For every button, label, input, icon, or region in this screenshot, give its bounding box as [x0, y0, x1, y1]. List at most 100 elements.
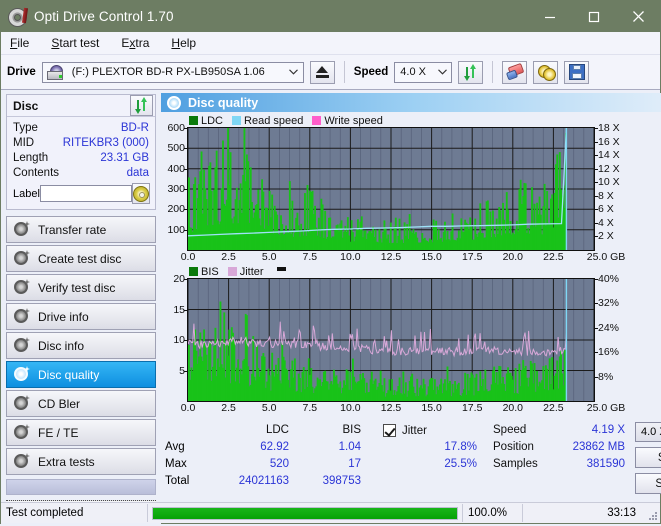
legend-swatch	[227, 267, 237, 276]
speed-label: Speed	[493, 424, 527, 436]
disc-refresh-button[interactable]	[130, 95, 153, 116]
disc-scan-icon	[14, 395, 30, 411]
menu-start-test[interactable]: Start test	[51, 36, 99, 50]
sidebar-item-transfer-rate[interactable]: Transfer rate	[6, 216, 156, 243]
x-axis-bottom: 0.0 2.5 5.0 7.5 10.0 12.5 15.0 17.5 20.0 22.5 25.0…	[161, 402, 661, 416]
test-speed-select[interactable]: 4.0 X	[635, 422, 661, 442]
disc-panel: Disc Type BD-R MID RITEKBR3 (000) Length…	[6, 94, 156, 210]
y2-tick-label: 6 X	[598, 203, 614, 216]
disc-scan-icon	[14, 308, 30, 324]
sidebar-item-disc-quality[interactable]: Disc quality	[6, 361, 156, 388]
disc-label-row: Label	[13, 183, 150, 204]
sidebar-item-extra-tests[interactable]: Extra tests	[6, 448, 156, 475]
legend-label: Write speed	[324, 114, 383, 127]
menu-file[interactable]: File	[10, 36, 29, 50]
discs-button[interactable]	[533, 60, 559, 84]
eject-button[interactable]	[309, 60, 335, 84]
toolbar-divider	[343, 61, 345, 83]
save-button[interactable]	[564, 60, 590, 84]
stats-header-ldc: LDC	[265, 424, 289, 436]
sidebar-item-cd-bler[interactable]: CD Bler	[6, 390, 156, 417]
x-tick-label: 20.0	[502, 251, 524, 263]
jitter-checkbox[interactable]	[383, 424, 396, 437]
y2-tick-label: 8%	[598, 370, 614, 383]
stats-label-avg: Avg	[165, 441, 185, 453]
y2-tick-mark	[595, 155, 598, 157]
y2-axis-bottom: 8% 16% 24% 32% 40%	[595, 273, 631, 402]
legend-swatch	[189, 267, 198, 276]
speed-select[interactable]: 4.0 X	[394, 61, 453, 83]
stats-bis-total: 398753	[322, 475, 361, 487]
window-title: Opti Drive Control 1.70	[34, 9, 174, 24]
measurement-group: Speed 4.19 X Position 23862 MB Samples 3…	[493, 422, 625, 494]
stats-ldc-avg: 62.92	[260, 441, 289, 453]
speed-select-value: 4.0 X	[400, 66, 426, 78]
y2-tick-label: 8 X	[598, 189, 614, 202]
floppy-save-icon	[568, 64, 585, 80]
chart-disc-quality-ldc[interactable]	[187, 127, 595, 251]
maximize-icon[interactable]	[572, 1, 616, 32]
y2-tick-mark	[595, 222, 598, 224]
resize-grip-icon[interactable]	[648, 511, 658, 521]
chart-disc-quality-bis[interactable]	[187, 278, 595, 402]
legend-entry-read-speed: Read speed	[232, 115, 303, 127]
x-tick-label: 2.5	[221, 251, 236, 263]
menu-bar: File Start test Extra Help	[1, 32, 660, 55]
start-full-button[interactable]: Start full	[635, 447, 661, 468]
y2-tick-label: 24%	[598, 321, 620, 334]
samples-row: Samples 381590	[493, 456, 625, 473]
y-axis-top: 100 200 300 400 500 600	[161, 122, 187, 251]
disc-row-mid: MID RITEKBR3 (000)	[13, 135, 149, 150]
y2-tick-label: 12 X	[598, 162, 620, 175]
disc-scan-icon	[14, 279, 30, 295]
disc-label-button[interactable]	[131, 183, 150, 204]
stats-header-bis: BIS	[342, 424, 361, 436]
eraser-icon	[505, 62, 525, 81]
disc-key: Length	[13, 151, 49, 164]
stats-bis-max: 17	[348, 458, 361, 470]
sidebar-item-fe-te[interactable]: FE / TE	[6, 419, 156, 446]
sidebar-item-label: FE / TE	[38, 425, 79, 440]
sidebar-item-label: Create test disc	[38, 251, 122, 266]
close-icon[interactable]	[616, 1, 660, 32]
y2-tick-label: 16%	[598, 346, 620, 359]
progress-bar	[152, 506, 458, 520]
menu-extra[interactable]: Extra	[121, 36, 149, 50]
disc-label-input[interactable]	[39, 185, 132, 202]
y-tick-label: 100	[167, 223, 185, 236]
samples-value: 381590	[586, 458, 625, 470]
erase-button[interactable]	[502, 60, 528, 84]
legend-marker	[276, 266, 286, 271]
x-axis-top: 0.0 2.5 5.0 7.5 10.0 12.5 15.0 17.5 20.0 22.5 25.0…	[161, 251, 661, 265]
status-message: Test completed	[1, 504, 148, 522]
chevron-down-icon	[285, 63, 303, 82]
application-window: Opti Drive Control 1.70 File Start test …	[0, 0, 661, 526]
y-tick-label: 300	[167, 183, 185, 195]
position-row: Position 23862 MB	[493, 439, 625, 456]
start-part-button[interactable]: Start part	[635, 473, 661, 494]
sidebar-item-verify-test-disc[interactable]: Verify test disc	[6, 274, 156, 301]
refresh-button[interactable]	[458, 60, 484, 84]
sidebar-item-create-test-disc[interactable]: Create test disc	[6, 245, 156, 272]
samples-label: Samples	[493, 458, 538, 470]
elapsed-time: 33:13	[607, 507, 636, 519]
sidebar-item-disc-info[interactable]: Disc info	[6, 332, 156, 359]
disc-scan-icon	[14, 337, 30, 353]
sidebar-item-drive-info[interactable]: Drive info	[6, 303, 156, 330]
menu-help[interactable]: Help	[171, 36, 196, 50]
minimize-icon[interactable]	[528, 1, 572, 32]
title-bar: Opti Drive Control 1.70	[1, 1, 660, 32]
x-tick-label: 25.0 GB	[586, 251, 626, 263]
drive-select[interactable]: (F:) PLEXTOR BD-R PX-LB950SA 1.06	[41, 61, 304, 83]
test-controls: 4.0 X Start full Start part	[635, 422, 661, 494]
sidebar-item-label: Extra tests	[38, 454, 95, 469]
stats-ldc-total: 24021163	[238, 475, 289, 487]
status-bar: Test completed 100.0% 33:13	[1, 502, 660, 523]
sidebar-item-label: Verify test disc	[38, 280, 116, 295]
stats-col-bis: BIS 1.04 17 398753	[289, 422, 361, 494]
sidebar-item-label: Transfer rate	[38, 222, 107, 237]
gold-discs-icon	[537, 65, 556, 81]
y2-tick-label: 40%	[598, 273, 620, 285]
plot-row-bottom: 5 10 15 20 8% 16% 24% 32% 40%	[161, 273, 661, 402]
disc-quality-icon	[167, 95, 181, 110]
